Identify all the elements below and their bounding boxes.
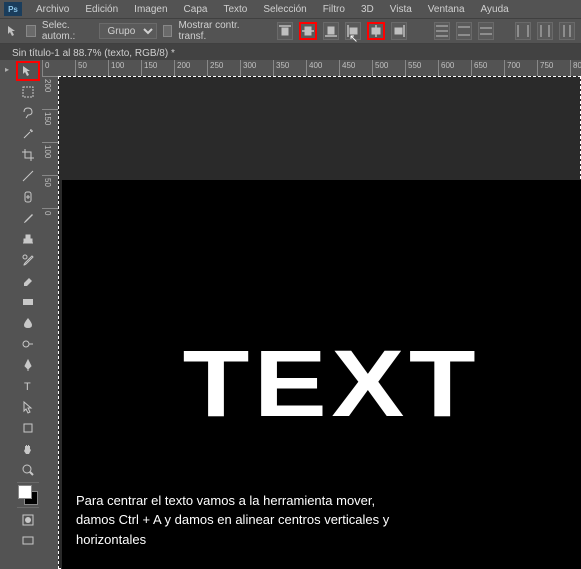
type-tool[interactable]: T xyxy=(16,376,40,396)
zoom-tool[interactable] xyxy=(16,460,40,480)
hand-tool[interactable] xyxy=(16,439,40,459)
menu-ventana[interactable]: Ventana xyxy=(420,2,473,17)
ruler-tick-label: 100 xyxy=(43,145,52,158)
ruler-tick-label: 550 xyxy=(408,61,421,70)
artboard: TEXT Para centrar el texto vamos a la he… xyxy=(62,180,581,569)
distribute-left-button[interactable] xyxy=(515,22,531,40)
collapse-icon[interactable]: ▸ xyxy=(0,60,14,78)
ruler-tick-label: 150 xyxy=(144,61,157,70)
text-layer[interactable]: TEXT xyxy=(183,330,481,439)
quickmask-tool[interactable] xyxy=(16,510,40,530)
caption-line: damos Ctrl + A y damos en alinear centro… xyxy=(76,512,389,527)
ruler-tick-label: 50 xyxy=(43,178,52,187)
svg-text:T: T xyxy=(24,381,31,393)
menu-imagen[interactable]: Imagen xyxy=(126,2,175,17)
menu-texto[interactable]: Texto xyxy=(215,2,255,17)
menu-ayuda[interactable]: Ayuda xyxy=(473,2,517,17)
foreground-swatch[interactable] xyxy=(18,485,32,499)
distribute-top-button[interactable] xyxy=(434,22,450,40)
menu-edicion[interactable]: Edición xyxy=(77,2,126,17)
ruler-tick-label: 300 xyxy=(243,61,256,70)
ruler-tick-label: 0 xyxy=(43,211,52,215)
history-brush-tool[interactable] xyxy=(16,250,40,270)
align-left-button[interactable] xyxy=(345,22,361,40)
menubar: Ps Archivo Edición Imagen Capa Texto Sel… xyxy=(0,0,581,18)
move-tool[interactable] xyxy=(16,61,40,81)
ruler-tick-label: 450 xyxy=(342,61,355,70)
eraser-tool[interactable] xyxy=(16,271,40,291)
align-bottom-button[interactable] xyxy=(323,22,339,40)
marquee-tool[interactable] xyxy=(16,82,40,102)
auto-select-label: Selec. autom.: xyxy=(42,20,93,42)
pen-tool[interactable] xyxy=(16,355,40,375)
transform-controls-label: Mostrar contr. transf. xyxy=(178,20,251,42)
ruler-tick-label: 800 xyxy=(573,61,581,70)
align-horizontal-center-button[interactable] xyxy=(367,22,385,40)
distribute-vcenter-button[interactable] xyxy=(456,22,472,40)
caption-line: Para centrar el texto vamos a la herrami… xyxy=(76,493,375,508)
brush-tool[interactable] xyxy=(16,208,40,228)
document-tab[interactable]: Sin título-1 al 88.7% (texto, RGB/8) * xyxy=(4,46,183,61)
ruler-tick-label: 600 xyxy=(441,61,454,70)
menu-archivo[interactable]: Archivo xyxy=(28,2,77,17)
caption-line: horizontales xyxy=(76,532,146,547)
menu-3d[interactable]: 3D xyxy=(353,2,382,17)
menu-filtro[interactable]: Filtro xyxy=(315,2,353,17)
ruler-tick-label: 700 xyxy=(507,61,520,70)
stamp-tool[interactable] xyxy=(16,229,40,249)
ruler-tick-label: 200 xyxy=(43,79,52,92)
menu-seleccion[interactable]: Selección xyxy=(255,2,314,17)
panel-collapse-strip: ▸ xyxy=(0,60,14,569)
ruler-tick-label: 650 xyxy=(474,61,487,70)
ruler-tick-label: 500 xyxy=(375,61,388,70)
ruler-tick-label: 0 xyxy=(45,61,49,70)
shape-tool[interactable] xyxy=(16,418,40,438)
eyedropper-tool[interactable] xyxy=(16,166,40,186)
ruler-vertical: 200 150 100 50 0 xyxy=(42,76,58,569)
color-swatches[interactable] xyxy=(18,485,38,505)
app-icon: Ps xyxy=(4,2,22,16)
group-select[interactable]: Grupo xyxy=(99,23,157,39)
lasso-tool[interactable] xyxy=(16,103,40,123)
path-select-tool[interactable] xyxy=(16,397,40,417)
dodge-tool[interactable] xyxy=(16,334,40,354)
align-vertical-center-button[interactable] xyxy=(299,22,317,40)
ruler-tick-label: 150 xyxy=(43,112,52,125)
tools-panel: T xyxy=(14,60,42,569)
ruler-tick-label: 100 xyxy=(111,61,124,70)
options-bar: Selec. autom.: Grupo Mostrar contr. tran… xyxy=(0,18,581,44)
ruler-tick-label: 350 xyxy=(276,61,289,70)
auto-select-checkbox[interactable] xyxy=(26,25,36,37)
distribute-bottom-button[interactable] xyxy=(478,22,494,40)
ruler-tick-label: 400 xyxy=(309,61,322,70)
canvas-area[interactable]: TEXT Para centrar el texto vamos a la he… xyxy=(58,76,581,569)
ruler-tick-label: 200 xyxy=(177,61,190,70)
transform-controls-checkbox[interactable] xyxy=(163,25,173,37)
instruction-caption: Para centrar el texto vamos a la herrami… xyxy=(76,491,571,550)
screenmode-tool[interactable] xyxy=(16,531,40,551)
distribute-right-button[interactable] xyxy=(559,22,575,40)
ruler-tick-label: 250 xyxy=(210,61,223,70)
align-right-button[interactable] xyxy=(391,22,407,40)
ruler-tick-label: 50 xyxy=(78,61,87,70)
gradient-tool[interactable] xyxy=(16,292,40,312)
align-top-button[interactable] xyxy=(277,22,293,40)
menu-vista[interactable]: Vista xyxy=(382,2,420,17)
crop-tool[interactable] xyxy=(16,145,40,165)
ruler-tick-label: 750 xyxy=(540,61,553,70)
menu-capa[interactable]: Capa xyxy=(176,2,216,17)
ruler-horizontal: 0 50 100 150 200 250 300 350 400 450 500… xyxy=(42,60,581,76)
distribute-hcenter-button[interactable] xyxy=(537,22,553,40)
blur-tool[interactable] xyxy=(16,313,40,333)
wand-tool[interactable] xyxy=(16,124,40,144)
healing-tool[interactable] xyxy=(16,187,40,207)
move-tool-icon xyxy=(6,23,20,39)
